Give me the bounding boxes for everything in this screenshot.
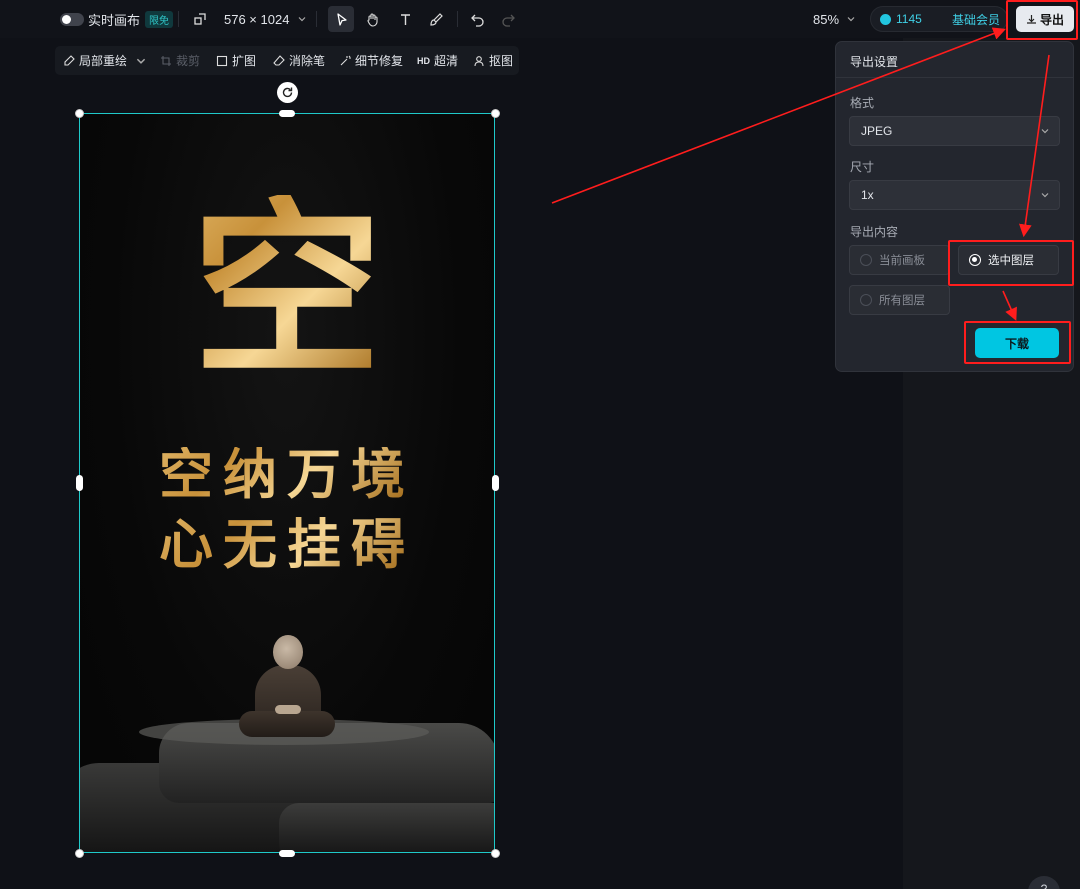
expand-icon — [216, 55, 228, 66]
crop-icon — [161, 55, 171, 66]
credits-value: 1145 — [896, 12, 922, 26]
option-selected-layer[interactable]: 选中图层 — [958, 245, 1059, 275]
divider — [457, 11, 458, 27]
chevron-down-icon — [136, 58, 146, 64]
text-tool[interactable] — [392, 6, 418, 32]
size-label: 尺寸 — [850, 160, 875, 174]
membership-link[interactable]: 基础会员 — [952, 7, 1000, 31]
resize-handle-top[interactable] — [279, 109, 295, 117]
panel-title: 导出设置 — [850, 55, 899, 69]
realtime-canvas-label: 实时画布 — [88, 12, 141, 28]
realtime-canvas-toggle-group[interactable]: 实时画布 限免 — [60, 0, 174, 38]
chevron-down-icon — [847, 17, 855, 22]
brush-icon — [429, 12, 443, 26]
select-tool[interactable] — [328, 6, 354, 32]
download-icon — [1026, 14, 1036, 24]
resize-handle-bottom[interactable] — [279, 849, 295, 857]
radio-selected-icon — [969, 254, 981, 266]
radio-icon — [860, 294, 872, 306]
credits-pill[interactable]: 1145 基础会员 — [870, 6, 1008, 32]
resize-handle-bottom-left[interactable] — [74, 848, 84, 858]
magic-wand-icon — [340, 55, 351, 65]
inpaint-icon — [64, 54, 75, 66]
monk-hands — [275, 705, 301, 714]
upscale-label: 超清 — [434, 54, 459, 68]
credits-icon — [880, 13, 891, 25]
cursor-icon — [336, 12, 347, 26]
text-icon — [400, 13, 410, 25]
export-button[interactable]: 导出 — [1016, 6, 1074, 32]
divider — [316, 11, 317, 27]
poem-line-2: 心无挂碍 — [79, 517, 495, 571]
top-toolbar: 实时画布 限免 576 × 1024 85% 1145 基础会员 导出 — [0, 0, 1080, 38]
eraser-button[interactable]: 消除笔 — [273, 46, 325, 75]
crop-button[interactable]: 裁剪 — [160, 46, 200, 75]
cutout-label: 抠图 — [489, 54, 514, 68]
export-label: 导出 — [1039, 12, 1064, 27]
option-current-artboard[interactable]: 当前画板 — [849, 245, 950, 275]
canvas-size-value: 576 × 1024 — [224, 11, 290, 27]
inpaint-button[interactable]: 局部重绘 — [63, 46, 147, 75]
free-badge: 限免 — [145, 10, 174, 28]
redo-icon — [501, 14, 515, 27]
detail-fix-label: 细节修复 — [355, 54, 404, 68]
content-label: 导出内容 — [850, 225, 899, 239]
chevron-down-icon — [299, 17, 306, 22]
detail-fix-button[interactable]: 细节修复 — [339, 46, 403, 75]
zoom-dropdown[interactable]: 85% — [813, 0, 856, 38]
size-value: 1x — [861, 188, 874, 202]
resize-handle-bottom-right[interactable] — [490, 848, 500, 858]
hand-icon — [366, 12, 378, 27]
poem-line-1: 空纳万境 — [79, 447, 495, 501]
expand-label: 扩图 — [232, 54, 257, 68]
export-settings-panel: 导出设置 格式 JPEG 尺寸 1x 导出内容 当前画板 选中图层 所有图层 下… — [835, 41, 1074, 372]
resize-handle-right[interactable] — [491, 475, 499, 491]
undo-button[interactable] — [464, 6, 490, 32]
format-select[interactable]: JPEG — [849, 116, 1060, 146]
undo-icon — [470, 14, 484, 27]
crop-label: 裁剪 — [176, 54, 201, 68]
upscale-button[interactable]: HD 超清 — [417, 46, 458, 75]
chevron-down-icon — [1041, 129, 1049, 134]
zoom-value: 85% — [813, 11, 840, 27]
format-label: 格式 — [850, 96, 875, 110]
hd-icon: HD — [417, 55, 430, 66]
size-select[interactable]: 1x — [849, 180, 1060, 210]
resize-icon — [194, 13, 206, 25]
download-button[interactable]: 下载 — [975, 328, 1059, 358]
realtime-canvas-toggle[interactable] — [60, 12, 84, 26]
eraser-label: 消除笔 — [289, 54, 326, 68]
format-value: JPEG — [861, 124, 893, 138]
monk-head — [273, 635, 303, 669]
redo-button[interactable] — [495, 6, 521, 32]
option-all-layers[interactable]: 所有图层 — [849, 285, 950, 315]
credits-group: 1145 — [880, 7, 922, 31]
rotate-icon — [282, 87, 293, 98]
resize-handle-top-right[interactable] — [490, 108, 500, 118]
option-label: 当前画板 — [879, 255, 925, 267]
divider — [836, 77, 1073, 78]
resize-handle-top-left[interactable] — [74, 108, 84, 118]
divider — [178, 11, 179, 27]
image-edit-toolbar: 局部重绘 裁剪 扩图 消除笔 细节修复 HD 超清 抠图 — [55, 46, 519, 75]
canvas-size-dropdown[interactable]: 576 × 1024 — [194, 0, 307, 38]
chevron-down-icon — [1041, 193, 1049, 198]
eraser-icon — [273, 54, 285, 66]
calligraphy-title: 空 — [79, 195, 495, 385]
cutout-button[interactable]: 抠图 — [473, 46, 513, 75]
person-cutout-icon — [474, 55, 484, 66]
option-label: 选中图层 — [988, 255, 1034, 267]
inpaint-label: 局部重绘 — [79, 54, 128, 68]
radio-icon — [860, 254, 872, 266]
expand-button[interactable]: 扩图 — [216, 46, 256, 75]
brush-tool[interactable] — [423, 6, 449, 32]
artboard-image[interactable]: 空 空纳万境 心无挂碍 — [79, 113, 495, 853]
hand-tool[interactable] — [359, 6, 385, 32]
option-label: 所有图层 — [879, 295, 925, 307]
rotate-handle[interactable] — [277, 82, 298, 103]
resize-handle-left[interactable] — [75, 475, 83, 491]
rock — [279, 803, 495, 853]
monk-legs — [239, 711, 335, 737]
